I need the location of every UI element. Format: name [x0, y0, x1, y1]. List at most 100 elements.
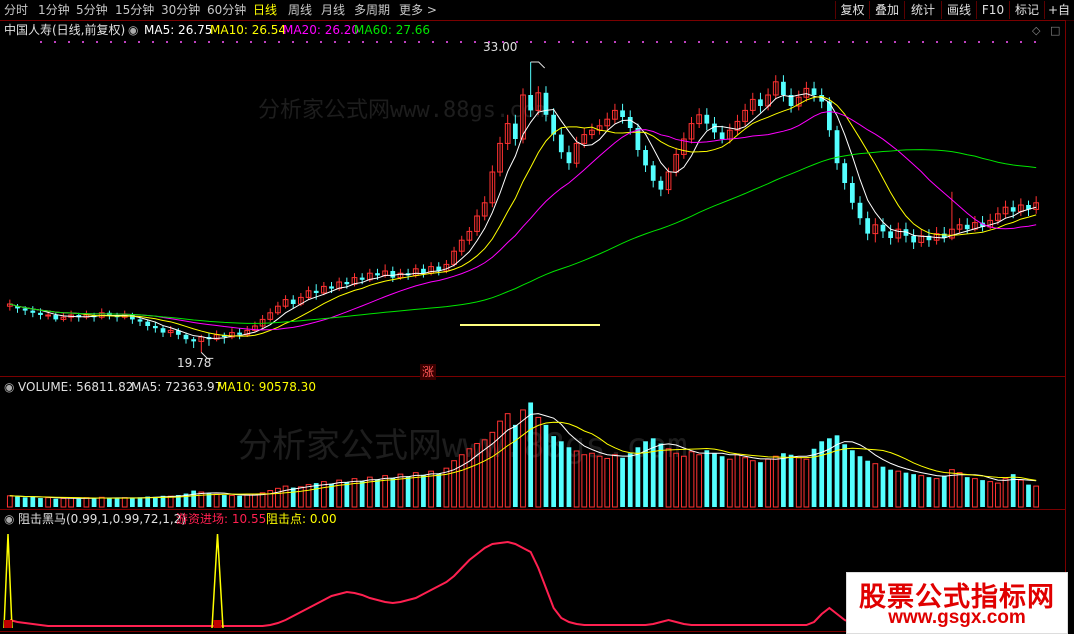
candle-body [758, 99, 763, 106]
grid-dot [152, 41, 154, 43]
volume-bar [152, 496, 158, 507]
grid-dot [950, 41, 952, 43]
kline-chart[interactable] [0, 0, 1074, 634]
candle-body [290, 299, 296, 304]
grid-dot [684, 41, 686, 43]
volume-bar [252, 493, 258, 508]
grid-dot [726, 41, 728, 43]
volume-bar [198, 491, 205, 508]
volume-bar [76, 498, 82, 507]
grid-dot [110, 41, 112, 43]
grid-dot [222, 41, 224, 43]
volume-bar [749, 460, 756, 508]
volume-bar [22, 497, 28, 507]
block-point-spike-1 [211, 533, 224, 629]
volume-bar [290, 487, 296, 507]
volume-bar [880, 466, 886, 507]
volume-bar [758, 462, 763, 507]
volume-bar [712, 453, 717, 507]
volume-bar [596, 455, 603, 508]
candle-body [719, 132, 725, 139]
grid-dot [404, 41, 406, 43]
volume-bar [421, 474, 426, 507]
volume-bar [964, 477, 970, 507]
volume-bar [167, 495, 174, 508]
volume-bar [558, 441, 564, 507]
volume-bar [405, 476, 411, 507]
candle-body [421, 268, 426, 274]
volume-bar [305, 484, 312, 508]
volume-bar [60, 497, 67, 508]
grid-dot [1034, 41, 1036, 43]
high-price-label: 33.00 [483, 40, 518, 54]
volume-bar [903, 472, 909, 507]
grid-dot [698, 41, 700, 43]
volume-bar [520, 409, 526, 508]
volume-bar [765, 458, 771, 508]
volume-bar [987, 481, 994, 508]
candle-body [643, 150, 648, 166]
grid-dot [572, 41, 574, 43]
volume-bar [665, 448, 672, 508]
grid-dot [348, 41, 350, 43]
volume-bar [581, 454, 588, 508]
volume-bar [329, 483, 334, 507]
volume-bar [229, 494, 235, 508]
grid-dot [250, 41, 252, 43]
volume-bar [857, 456, 863, 507]
volume-bar [696, 454, 703, 508]
grid-dot [264, 41, 266, 43]
candle-body [888, 231, 894, 238]
candle-body [390, 271, 396, 278]
volume-bar [788, 454, 794, 507]
grid-dot [852, 41, 854, 43]
candle-body [145, 321, 151, 326]
pane-separator-0 [0, 20, 1066, 21]
volume-collapse-icon[interactable]: ◉ [4, 379, 14, 395]
volume-bar [926, 477, 932, 507]
logo-url: www.gsgx.com [888, 607, 1026, 628]
volume-bar [972, 478, 978, 508]
volume-bar [803, 458, 810, 508]
candle-body [375, 273, 380, 276]
candle-body [627, 117, 633, 128]
grid-dot [40, 41, 42, 43]
grid-dot [278, 41, 280, 43]
volume-bar [458, 454, 465, 508]
candle-body [45, 314, 52, 317]
volume-bar [994, 482, 1001, 508]
grid-dot [362, 41, 364, 43]
volume-bar [91, 498, 97, 507]
volume-bar [30, 496, 36, 507]
grid-dot [922, 41, 924, 43]
volume-bar [573, 450, 580, 508]
candle-body [137, 319, 143, 322]
candle-body [964, 224, 970, 230]
candle-body [880, 224, 886, 232]
candle-body [313, 290, 319, 293]
grid-dot [992, 41, 994, 43]
volume-bar [895, 470, 902, 508]
volume-bar [206, 493, 212, 507]
volume-bar [390, 477, 396, 507]
grid-dot [824, 41, 826, 43]
grid-dot [68, 41, 70, 43]
indicator-name: 阻击黑马(0.99,1,0.99,72,1,2) [18, 512, 187, 526]
volume-bar [589, 452, 595, 508]
hot-money-readout: 游资进场: 10.55 [176, 512, 267, 526]
grid-dot [754, 41, 756, 43]
grid-dot [810, 41, 812, 43]
candle-body [160, 328, 166, 333]
volume-bar [313, 483, 319, 507]
grid-dot [306, 41, 308, 43]
grid-dot [796, 41, 798, 43]
volume-readout: VOLUME: 56811.82 [18, 380, 134, 394]
volume-bar [191, 490, 197, 507]
volume-bar [704, 450, 710, 507]
volume-bar [612, 454, 618, 508]
site-logo: 股票公式指标网 www.gsgx.com [846, 572, 1068, 634]
volume-bar [451, 460, 457, 508]
indicator-collapse-icon[interactable]: ◉ [4, 511, 14, 527]
volume-bar [512, 424, 518, 507]
grid-dot [432, 41, 434, 43]
